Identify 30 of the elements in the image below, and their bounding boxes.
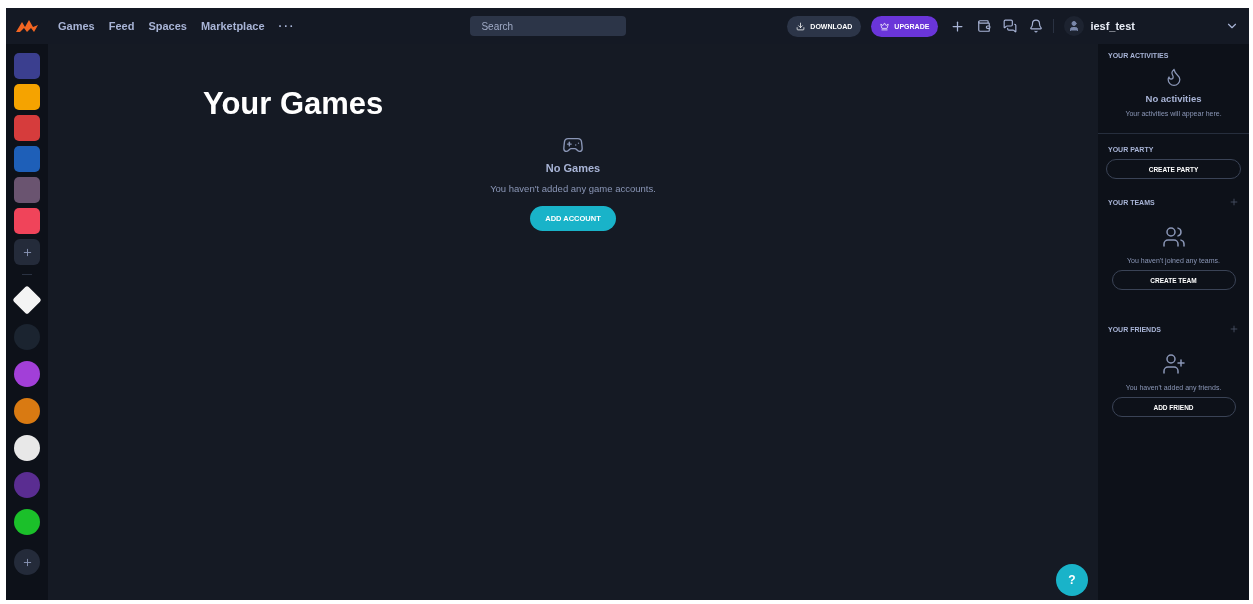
search-field[interactable]: Search — [470, 16, 627, 36]
space-icon[interactable] — [14, 435, 40, 461]
user-name[interactable]: iesf_test — [1090, 20, 1135, 32]
game-icon[interactable] — [14, 146, 40, 172]
nav-link[interactable]: Feed — [108, 20, 135, 32]
avatar-icon[interactable] — [1064, 16, 1085, 36]
empty-title: No activities — [1145, 93, 1202, 104]
space-icon[interactable] — [14, 509, 40, 535]
people-icon — [1161, 225, 1186, 249]
more-link[interactable]: ··· — [278, 20, 296, 32]
plus-icon[interactable] — [950, 18, 966, 34]
crown-icon — [880, 21, 890, 31]
nav-link[interactable]: Spaces — [148, 20, 187, 32]
person-plus-icon — [1161, 352, 1186, 376]
nav-link[interactable]: Games — [58, 20, 95, 32]
space-icon[interactable] — [14, 398, 40, 424]
game-icon[interactable] — [14, 208, 40, 234]
chat-icon[interactable] — [1003, 19, 1018, 33]
wallet-icon[interactable] — [977, 19, 992, 33]
empty-text: You haven't added any game accounts. — [490, 183, 656, 194]
bell-icon[interactable] — [1029, 19, 1044, 33]
logo-icon — [16, 19, 38, 33]
download-icon — [796, 21, 806, 31]
empty-title: No Games — [545, 162, 601, 174]
nav-link[interactable]: Marketplace — [200, 20, 265, 32]
plus-icon — [21, 556, 33, 568]
game-icon[interactable] — [14, 84, 40, 110]
game-icon[interactable] — [14, 115, 40, 141]
page-title: Your Games — [203, 86, 384, 122]
plus-icon — [21, 246, 33, 258]
